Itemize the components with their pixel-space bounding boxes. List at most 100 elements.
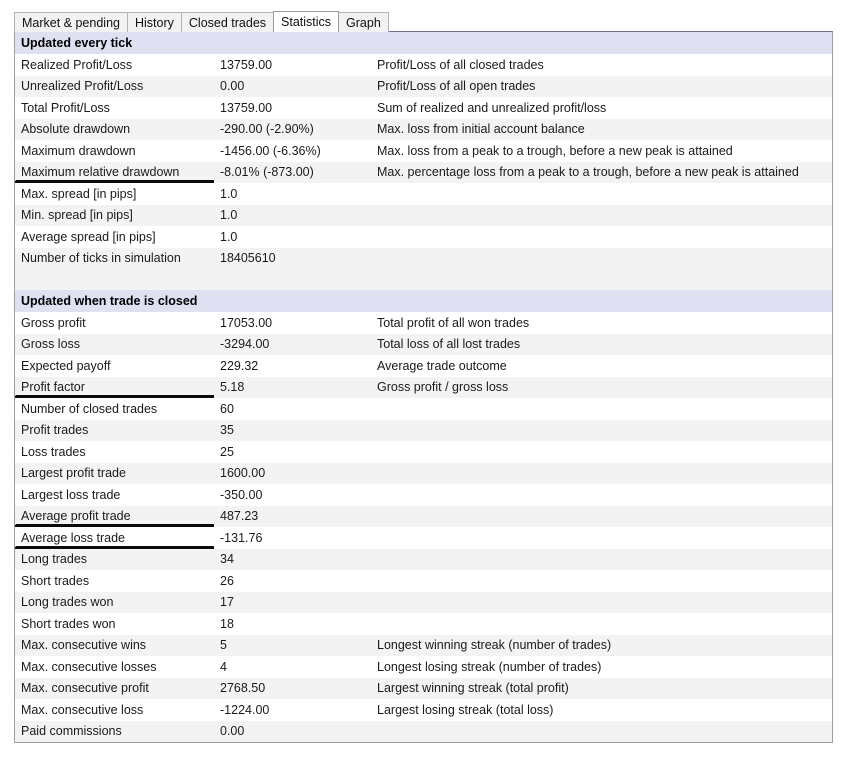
stat-description bbox=[371, 527, 832, 549]
stat-value bbox=[214, 290, 371, 312]
stat-label: Maximum relative drawdown bbox=[15, 161, 214, 183]
table-row[interactable]: Average profit trade 487.23 bbox=[15, 505, 832, 527]
stat-value: -290.00 (-2.90%) bbox=[214, 118, 371, 140]
stat-description bbox=[371, 441, 832, 463]
tab-bar: Market & pending History Closed trades Stat… bbox=[14, 11, 389, 32]
highlight-underline bbox=[15, 545, 214, 549]
stat-description: Longest winning streak (number of trades… bbox=[371, 634, 832, 656]
stat-label: Max. spread [in pips] bbox=[15, 183, 214, 205]
table-row[interactable]: Average spread [in pips] 1.0 bbox=[15, 226, 832, 248]
table-row[interactable]: Expected payoff 229.32 Average trade outco… bbox=[15, 355, 832, 377]
table-row[interactable]: Average loss trade -131.76 bbox=[15, 527, 832, 549]
stat-label: Unrealized Profit/Loss bbox=[15, 75, 214, 97]
table-row[interactable]: Maximum drawdown -1456.00 (-6.36%) Max. lo… bbox=[15, 140, 832, 162]
stat-value: 2768.50 bbox=[214, 677, 371, 699]
section-title: Updated every tick bbox=[15, 32, 214, 54]
stat-description: Longest losing streak (number of trades) bbox=[371, 656, 832, 678]
stat-value: 17053.00 bbox=[214, 312, 371, 334]
stat-description bbox=[371, 398, 832, 420]
stat-label: Profit factor bbox=[15, 376, 214, 398]
table-row[interactable]: Number of closed trades 60 bbox=[15, 398, 832, 420]
stat-label: Largest loss trade bbox=[15, 484, 214, 506]
statistics-table: Updated every tick Realized Profit/Loss 13… bbox=[15, 32, 832, 742]
stat-value: 4 bbox=[214, 656, 371, 678]
stat-description bbox=[371, 247, 832, 269]
table-row[interactable]: Total Profit/Loss 13759.00 Sum of realized… bbox=[15, 97, 832, 119]
stat-description: Profit/Loss of all open trades bbox=[371, 75, 832, 97]
table-row[interactable]: Min. spread [in pips] 1.0 bbox=[15, 204, 832, 226]
table-row[interactable]: Gross profit 17053.00 Total profit of all … bbox=[15, 312, 832, 334]
stat-description: Gross profit / gross loss bbox=[371, 376, 832, 398]
stat-label: Profit trades bbox=[15, 419, 214, 441]
tab-history[interactable]: History bbox=[126, 12, 182, 32]
table-row[interactable]: Largest profit trade 1600.00 bbox=[15, 462, 832, 484]
tab-market-pending[interactable]: Market & pending bbox=[14, 12, 128, 32]
stat-label bbox=[15, 269, 214, 290]
stat-description bbox=[371, 419, 832, 441]
table-row[interactable]: Short trades 26 bbox=[15, 570, 832, 592]
table-row[interactable]: Max. consecutive profit 2768.50 Largest wi… bbox=[15, 677, 832, 699]
table-row[interactable]: Max. consecutive wins 5 Longest winning st… bbox=[15, 634, 832, 656]
tab-graph[interactable]: Graph bbox=[338, 12, 389, 32]
stat-value: -3294.00 bbox=[214, 333, 371, 355]
stat-description: Max. loss from initial account balance bbox=[371, 118, 832, 140]
table-row[interactable]: Largest loss trade -350.00 bbox=[15, 484, 832, 506]
stat-description bbox=[371, 290, 832, 312]
table-row[interactable]: Realized Profit/Loss 13759.00 Profit/Loss … bbox=[15, 54, 832, 76]
stat-value: 18 bbox=[214, 613, 371, 635]
stat-label: Average profit trade bbox=[15, 505, 214, 527]
table-row[interactable]: Long trades 34 bbox=[15, 548, 832, 570]
tab-closed-trades[interactable]: Closed trades bbox=[180, 12, 275, 32]
section-header-row: Updated when trade is closed bbox=[15, 290, 832, 312]
stat-description: Largest winning streak (total profit) bbox=[371, 677, 832, 699]
table-row[interactable]: Number of ticks in simulation 18405610 bbox=[15, 247, 832, 269]
stat-description: Sum of realized and unrealized profit/lo… bbox=[371, 97, 832, 119]
table-row[interactable]: Loss trades 25 bbox=[15, 441, 832, 463]
tab-statistics[interactable]: Statistics bbox=[273, 11, 340, 32]
stat-label: Average spread [in pips] bbox=[15, 226, 214, 248]
stat-description bbox=[371, 226, 832, 248]
stat-label: Short trades bbox=[15, 570, 214, 592]
section-header-row: Updated every tick bbox=[15, 32, 832, 54]
highlight-underline bbox=[15, 395, 214, 398]
stat-label: Absolute drawdown bbox=[15, 118, 214, 140]
stat-value: 487.23 bbox=[214, 505, 371, 527]
stat-description: Total profit of all won trades bbox=[371, 312, 832, 334]
stat-label: Total Profit/Loss bbox=[15, 97, 214, 119]
stat-description bbox=[371, 269, 832, 290]
stat-label: Number of ticks in simulation bbox=[15, 247, 214, 269]
stat-label: Maximum drawdown bbox=[15, 140, 214, 162]
table-row[interactable]: Paid commissions 0.00 bbox=[15, 720, 832, 742]
stat-value: 25 bbox=[214, 441, 371, 463]
stat-value: -350.00 bbox=[214, 484, 371, 506]
stat-label: Average loss trade bbox=[15, 527, 214, 549]
table-row[interactable]: Unrealized Profit/Loss 0.00 Profit/Loss of… bbox=[15, 75, 832, 97]
table-row[interactable]: Maximum relative drawdown -8.01% (-873.00… bbox=[15, 161, 832, 183]
stat-label: Max. consecutive losses bbox=[15, 656, 214, 678]
stat-value: 5.18 bbox=[214, 376, 371, 398]
table-row[interactable]: Short trades won 18 bbox=[15, 613, 832, 635]
stat-value: 26 bbox=[214, 570, 371, 592]
stat-value bbox=[214, 32, 371, 54]
stat-label: Max. consecutive loss bbox=[15, 699, 214, 721]
stat-description: Largest losing streak (total loss) bbox=[371, 699, 832, 721]
stat-value: 34 bbox=[214, 548, 371, 570]
stat-value: 1.0 bbox=[214, 204, 371, 226]
stat-value: 229.32 bbox=[214, 355, 371, 377]
table-row[interactable]: Max. consecutive losses 4 Longest losing s… bbox=[15, 656, 832, 678]
table-row[interactable]: Gross loss -3294.00 Total loss of all lost… bbox=[15, 333, 832, 355]
table-row[interactable]: Profit trades 35 bbox=[15, 419, 832, 441]
stat-label: Loss trades bbox=[15, 441, 214, 463]
stat-value: 1600.00 bbox=[214, 462, 371, 484]
stat-label: Number of closed trades bbox=[15, 398, 214, 420]
table-row[interactable]: Max. consecutive loss -1224.00 Largest los… bbox=[15, 699, 832, 721]
stat-description: Profit/Loss of all closed trades bbox=[371, 54, 832, 76]
stat-value: 35 bbox=[214, 419, 371, 441]
stat-value: 60 bbox=[214, 398, 371, 420]
table-row[interactable]: Absolute drawdown -290.00 (-2.90%) Max. lo… bbox=[15, 118, 832, 140]
table-row[interactable]: Long trades won 17 bbox=[15, 591, 832, 613]
table-row[interactable]: Max. spread [in pips] 1.0 bbox=[15, 183, 832, 205]
stat-value: 0.00 bbox=[214, 75, 371, 97]
stat-description bbox=[371, 548, 832, 570]
table-row[interactable]: Profit factor 5.18 Gross profit / gross lo… bbox=[15, 376, 832, 398]
